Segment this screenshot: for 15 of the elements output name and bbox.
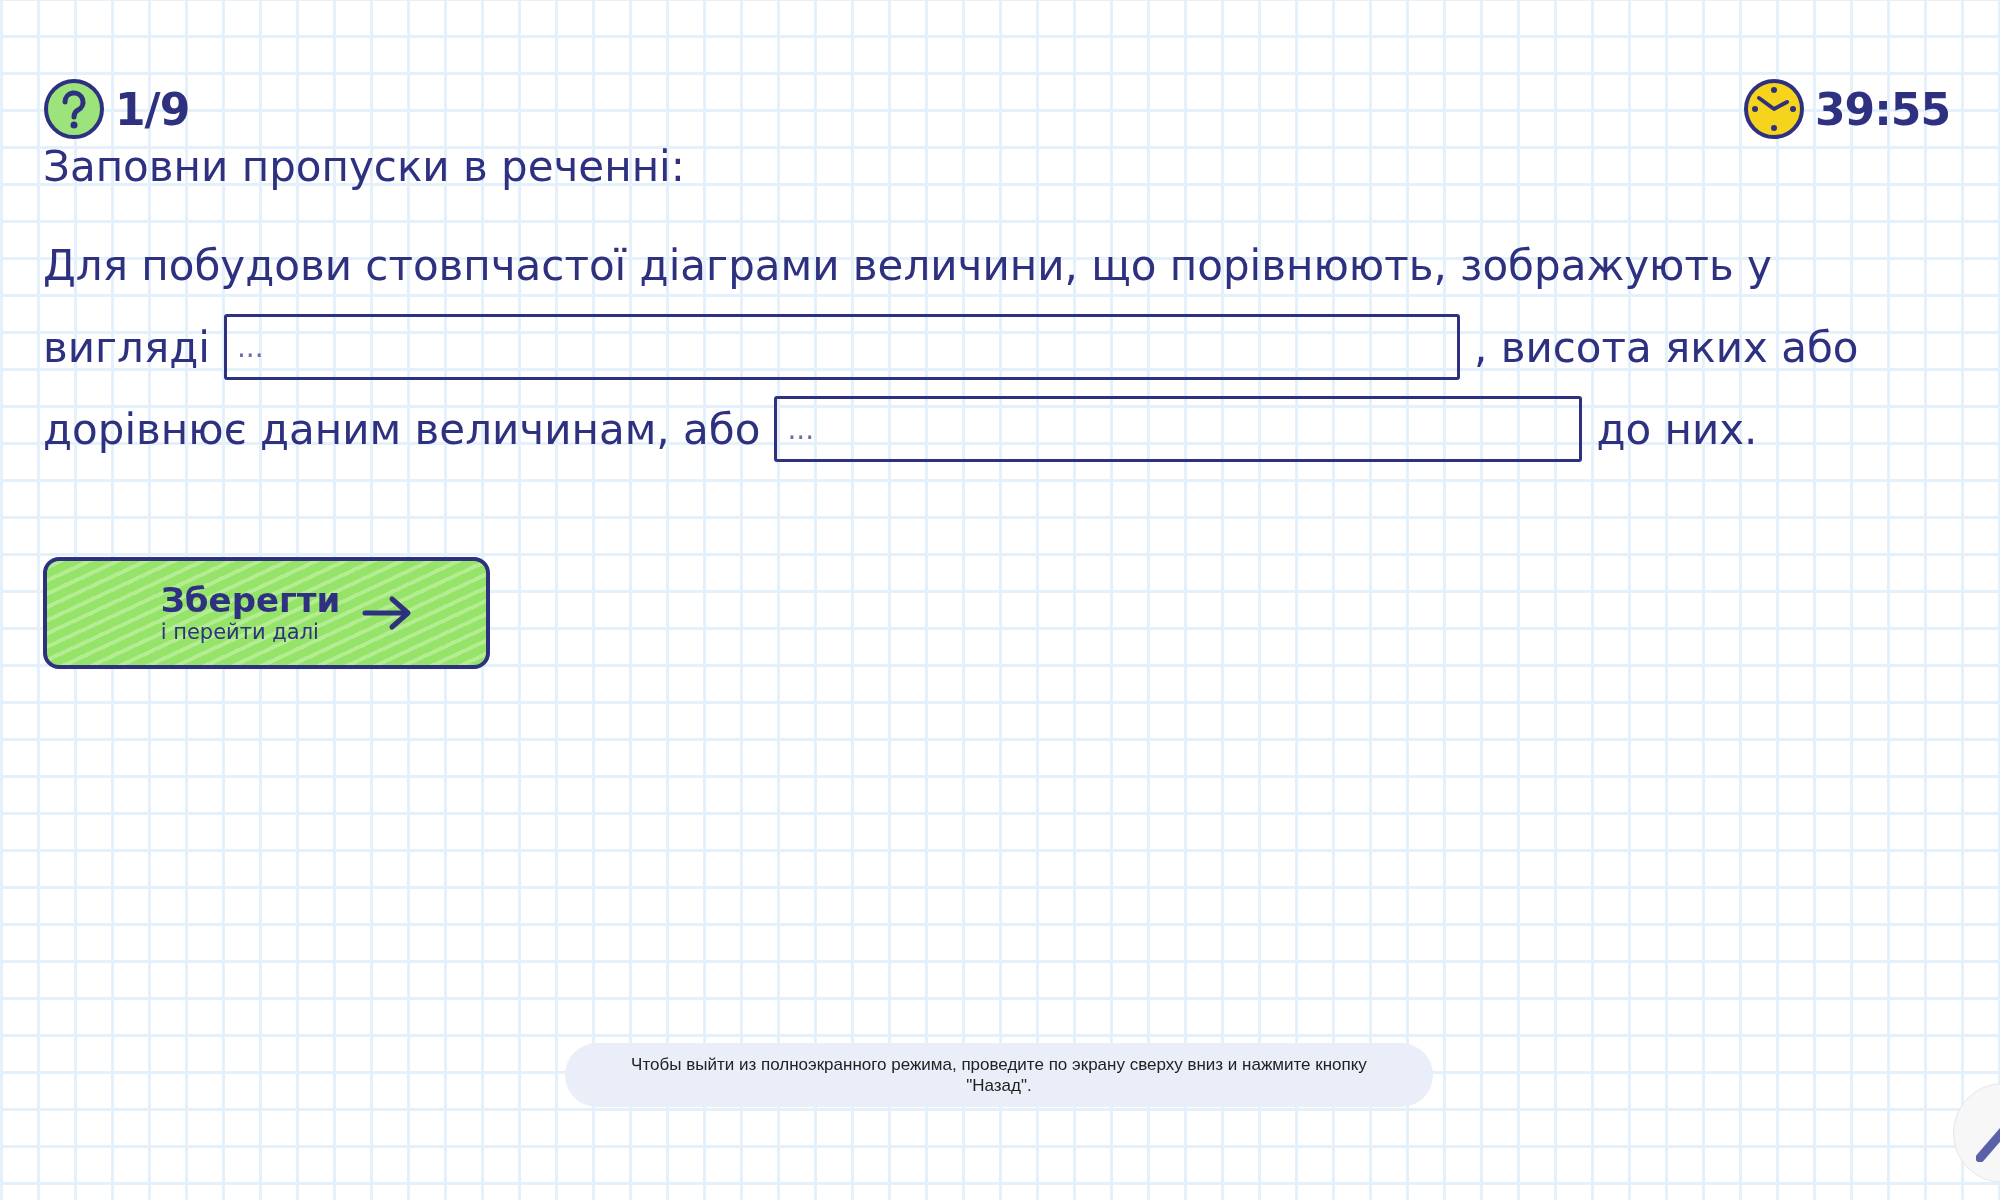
fullscreen-toast: Чтобы выйти из полноэкранного режима, проведите по экрану сверху вниз и нажмите кнопку "Назад". [565,1043,1433,1107]
sentence-text: до них. [1596,404,1758,454]
timer-text: 39:55 [1814,83,1950,135]
arrow-icon [362,595,413,631]
sentence-text: , висота яких або [1473,322,1859,372]
instruction-text: Заповни пропуски в реченні: [43,142,686,191]
save-button[interactable]: Зберегти і перейти далі [43,557,490,669]
sentence-text: дорівнює даним величинам, або [43,404,761,454]
answer-field[interactable]: ... [774,396,1583,462]
question-counter: 1/9 [115,83,190,135]
clock-icon [1742,78,1805,140]
question-icon [43,78,105,140]
sentence-text: вигляді [43,322,210,372]
answer-field[interactable]: ... [223,314,1460,380]
sentence-text: Для побудови стовпчастої діаграми величини, що порівнюють, зображують у [43,240,1772,290]
